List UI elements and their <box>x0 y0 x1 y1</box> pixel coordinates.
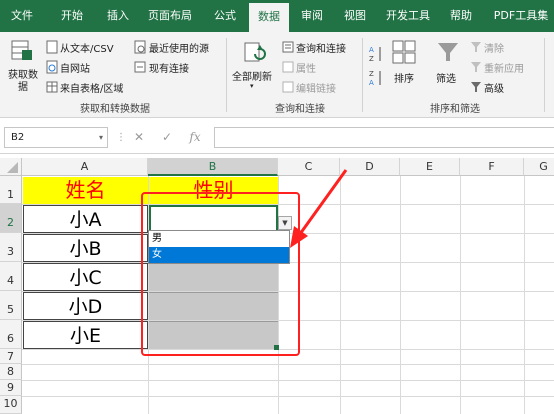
tab-file[interactable]: 文件 <box>6 0 38 32</box>
database-icon <box>11 40 32 60</box>
get-data-label: 获取数 据 <box>8 70 38 93</box>
tab-formulas[interactable]: 公式 <box>208 0 242 32</box>
name-box[interactable]: B2 ▾ <box>4 127 108 148</box>
recent-sources-label: 最近使用的源 <box>149 44 209 55</box>
advanced-filter-button[interactable]: 高级 <box>470 80 520 95</box>
web-page-icon <box>46 60 58 74</box>
queries-icon <box>282 41 294 53</box>
svg-text:A: A <box>369 46 374 54</box>
refresh-all-button[interactable]: 全部刷新 ▾ <box>230 38 278 94</box>
funnel-icon <box>438 43 458 61</box>
from-web-button[interactable]: 自网站 <box>46 60 106 75</box>
sort-descending-button[interactable]: ZA <box>368 68 384 88</box>
sort-ascending-button[interactable]: AZ <box>368 44 384 64</box>
clear-filter-icon <box>471 42 481 52</box>
connections-icon <box>134 61 146 73</box>
sort-descending-icon: ZA <box>369 70 381 87</box>
svg-text:Z: Z <box>369 70 374 78</box>
sort-button[interactable]: 排序 <box>390 38 420 94</box>
text-file-icon <box>46 40 58 54</box>
group-label-queries: 查询和连接 <box>275 104 325 115</box>
sort-ascending-icon: AZ <box>369 46 381 63</box>
reapply-label: 重新应用 <box>484 64 524 75</box>
properties-label: 属性 <box>296 64 316 75</box>
ribbon-tab-bar: 文件 开始 插入 页面布局 公式 数据 审阅 视图 开发工具 帮助 PDF工具集 <box>0 0 554 32</box>
queries-connections-label: 查询和连接 <box>296 44 346 55</box>
reapply-icon <box>471 62 481 72</box>
advanced-filter-icon <box>471 82 481 92</box>
from-table-range-label: 来自表格/区域 <box>60 84 124 95</box>
from-web-label: 自网站 <box>60 64 90 75</box>
edit-links-button[interactable]: 编辑链接 <box>282 80 352 95</box>
get-data-button[interactable]: 获取数 据 <box>4 36 42 96</box>
ribbon-data: 获取数 据 从文本/CSV 自网站 来自表格/区域 最近使用的源 现有连接 获取… <box>0 32 554 118</box>
excel-window: 文件 开始 插入 页面布局 公式 数据 审阅 视图 开发工具 帮助 PDF工具集… <box>0 0 554 414</box>
group-separator <box>362 38 363 112</box>
name-box-value: B2 <box>11 132 25 143</box>
tab-insert[interactable]: 插入 <box>100 0 136 32</box>
from-text-csv-button[interactable]: 从文本/CSV <box>46 40 126 55</box>
tab-home[interactable]: 开始 <box>54 0 90 32</box>
worksheet-grid[interactable]: A B C D E F G 1 2 3 4 5 6 7 8 9 10 姓名 性别… <box>0 154 554 414</box>
refresh-all-label: 全部刷新 <box>232 72 272 83</box>
formula-bar: B2 ▾ ⋮ ✕ ✓ fx <box>0 118 554 154</box>
refresh-icon <box>244 42 266 62</box>
tab-pdf-tools[interactable]: PDF工具集 <box>488 0 554 32</box>
chevron-down-icon: ▾ <box>250 82 254 90</box>
tab-review[interactable]: 审阅 <box>294 0 330 32</box>
tab-help[interactable]: 帮助 <box>443 0 479 32</box>
edit-links-label: 编辑链接 <box>296 84 336 95</box>
filter-label: 筛选 <box>436 74 456 85</box>
existing-connections-label: 现有连接 <box>149 64 189 75</box>
group-separator <box>544 38 545 112</box>
from-table-range-button[interactable]: 来自表格/区域 <box>46 80 136 95</box>
recent-sources-button[interactable]: 最近使用的源 <box>134 40 218 55</box>
group-label-sort-filter: 排序和筛选 <box>430 104 480 115</box>
chevron-down-icon: ▾ <box>98 133 103 142</box>
formula-input[interactable] <box>214 127 554 148</box>
svg-text:Z: Z <box>369 55 374 63</box>
tab-data[interactable]: 数据 <box>249 3 289 32</box>
filter-button[interactable]: 筛选 <box>432 38 464 94</box>
recent-sources-icon <box>134 40 146 54</box>
clear-filter-label: 清除 <box>484 44 504 55</box>
cancel-entry-button[interactable]: ✕ <box>130 127 148 148</box>
group-label-get-data: 获取和转换数据 <box>80 104 150 115</box>
tab-page-layout[interactable]: 页面布局 <box>143 0 197 32</box>
table-icon <box>46 81 58 93</box>
reapply-button[interactable]: 重新应用 <box>470 60 540 75</box>
insert-function-button[interactable]: fx <box>186 127 204 148</box>
properties-icon <box>282 61 294 73</box>
sort-dialog-icon <box>392 40 416 64</box>
existing-connections-button[interactable]: 现有连接 <box>134 60 204 75</box>
confirm-entry-button[interactable]: ✓ <box>158 127 176 148</box>
annotation-arrow-icon <box>290 169 348 248</box>
tab-developer[interactable]: 开发工具 <box>380 0 436 32</box>
properties-button[interactable]: 属性 <box>282 60 332 75</box>
advanced-filter-label: 高级 <box>484 84 504 95</box>
formula-bar-divider: ⋮ <box>116 132 126 143</box>
svg-text:A: A <box>369 79 374 87</box>
clear-filter-button[interactable]: 清除 <box>470 40 530 55</box>
group-separator <box>226 38 227 112</box>
queries-connections-button[interactable]: 查询和连接 <box>282 40 356 55</box>
from-text-csv-label: 从文本/CSV <box>60 44 114 55</box>
tab-view[interactable]: 视图 <box>338 0 372 32</box>
sort-label: 排序 <box>394 74 414 85</box>
edit-links-icon <box>282 81 294 93</box>
